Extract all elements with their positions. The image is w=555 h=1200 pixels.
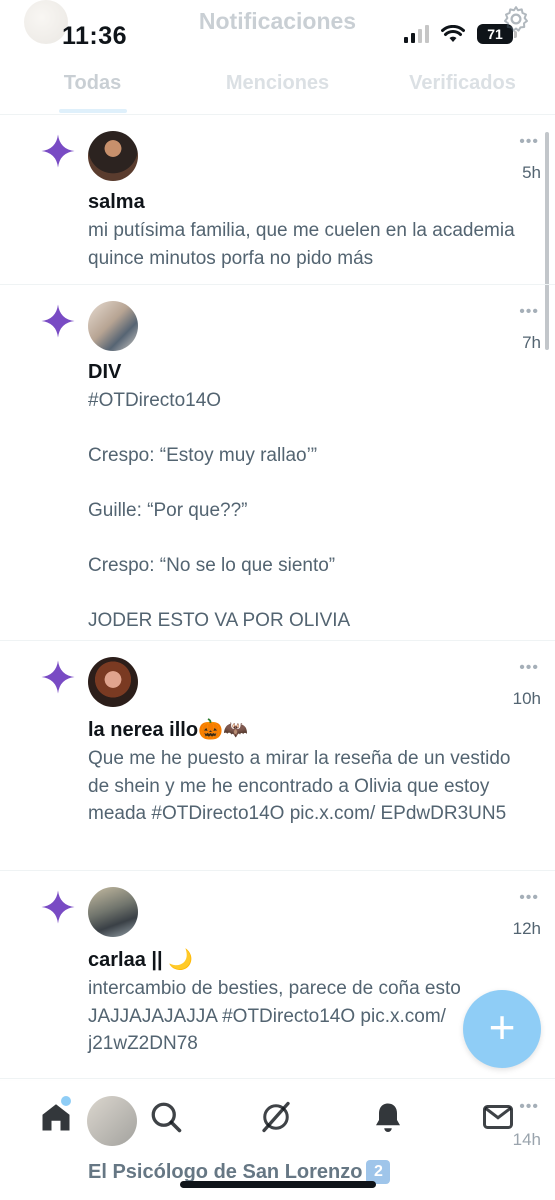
signal-icon — [404, 25, 429, 43]
post-text: #OTDirecto14O Crespo: “Estoy muy rallao’… — [88, 390, 351, 631]
user-name[interactable]: salma — [88, 191, 531, 214]
timestamp: 14h — [512, 1130, 541, 1149]
gear-icon[interactable] — [501, 4, 531, 34]
post-text: Que me he puesto a mirar la reseña de un… — [88, 748, 516, 824]
status-icons: 71 — [404, 24, 517, 44]
avatar[interactable] — [88, 301, 138, 351]
post-text: mi putísima familia, que me cuelen en la… — [88, 220, 520, 269]
timestamp: 12h — [512, 919, 541, 938]
mail-icon[interactable] — [480, 1099, 516, 1135]
search-icon[interactable] — [148, 1099, 184, 1135]
more-options-icon[interactable]: ••• — [519, 133, 539, 151]
top-bar: Notificaciones 11:36 71 Todas Menciones … — [0, 0, 555, 115]
tab-todas[interactable]: Todas — [0, 66, 185, 114]
sparkle-icon — [41, 304, 75, 338]
sparkle-icon — [41, 134, 75, 168]
user-name-label: El Psicólogo de San Lorenzo — [88, 1161, 363, 1183]
more-options-icon[interactable]: ••• — [519, 659, 539, 677]
grok-icon[interactable] — [258, 1099, 294, 1135]
tab-bar: Todas Menciones Verificados — [0, 66, 555, 114]
new-content-dot — [61, 1096, 71, 1106]
tab-label: Todas — [63, 72, 122, 94]
sparkle-icon — [41, 890, 75, 924]
user-name[interactable]: carlaa || 🌙 — [88, 947, 531, 972]
active-tab-indicator — [58, 109, 127, 113]
tab-verificados[interactable]: Verificados — [370, 66, 555, 114]
timestamp: 10h — [512, 689, 541, 708]
avatar[interactable] — [87, 1096, 137, 1146]
avatar[interactable] — [88, 131, 138, 181]
user-name[interactable]: DIV — [88, 361, 531, 384]
tab-menciones[interactable]: Menciones — [185, 66, 370, 114]
wifi-icon — [441, 25, 465, 42]
more-options-icon[interactable]: ••• — [519, 889, 539, 907]
home-indicator[interactable] — [180, 1181, 376, 1188]
status-time: 11:36 — [62, 22, 128, 50]
notification-item[interactable]: ••• 5h salma mi putísima familia, que me… — [0, 115, 555, 285]
sparkle-icon — [41, 660, 75, 694]
notification-item[interactable]: ••• 7h DIV #OTDirecto14O Crespo: “Estoy … — [0, 285, 555, 641]
notifications-list: ••• 5h salma mi putísima familia, que me… — [0, 115, 555, 1081]
timestamp: 5h — [522, 163, 541, 182]
bell-icon[interactable] — [370, 1099, 406, 1135]
tab-label: Menciones — [225, 72, 330, 94]
tab-label: Verificados — [409, 72, 516, 94]
notification-item[interactable]: ••• 10h la nerea illo🎃🦇 Que me he puesto… — [0, 641, 555, 871]
avatar[interactable] — [88, 657, 138, 707]
compose-button[interactable]: + — [463, 990, 541, 1068]
timestamp: 7h — [522, 333, 541, 352]
more-options-icon[interactable]: ••• — [519, 303, 539, 321]
avatar[interactable] — [88, 887, 138, 937]
user-name[interactable]: la nerea illo🎃🦇 — [88, 717, 531, 742]
more-options-icon[interactable]: ••• — [519, 1098, 539, 1116]
bottom-nav — [0, 1078, 555, 1154]
